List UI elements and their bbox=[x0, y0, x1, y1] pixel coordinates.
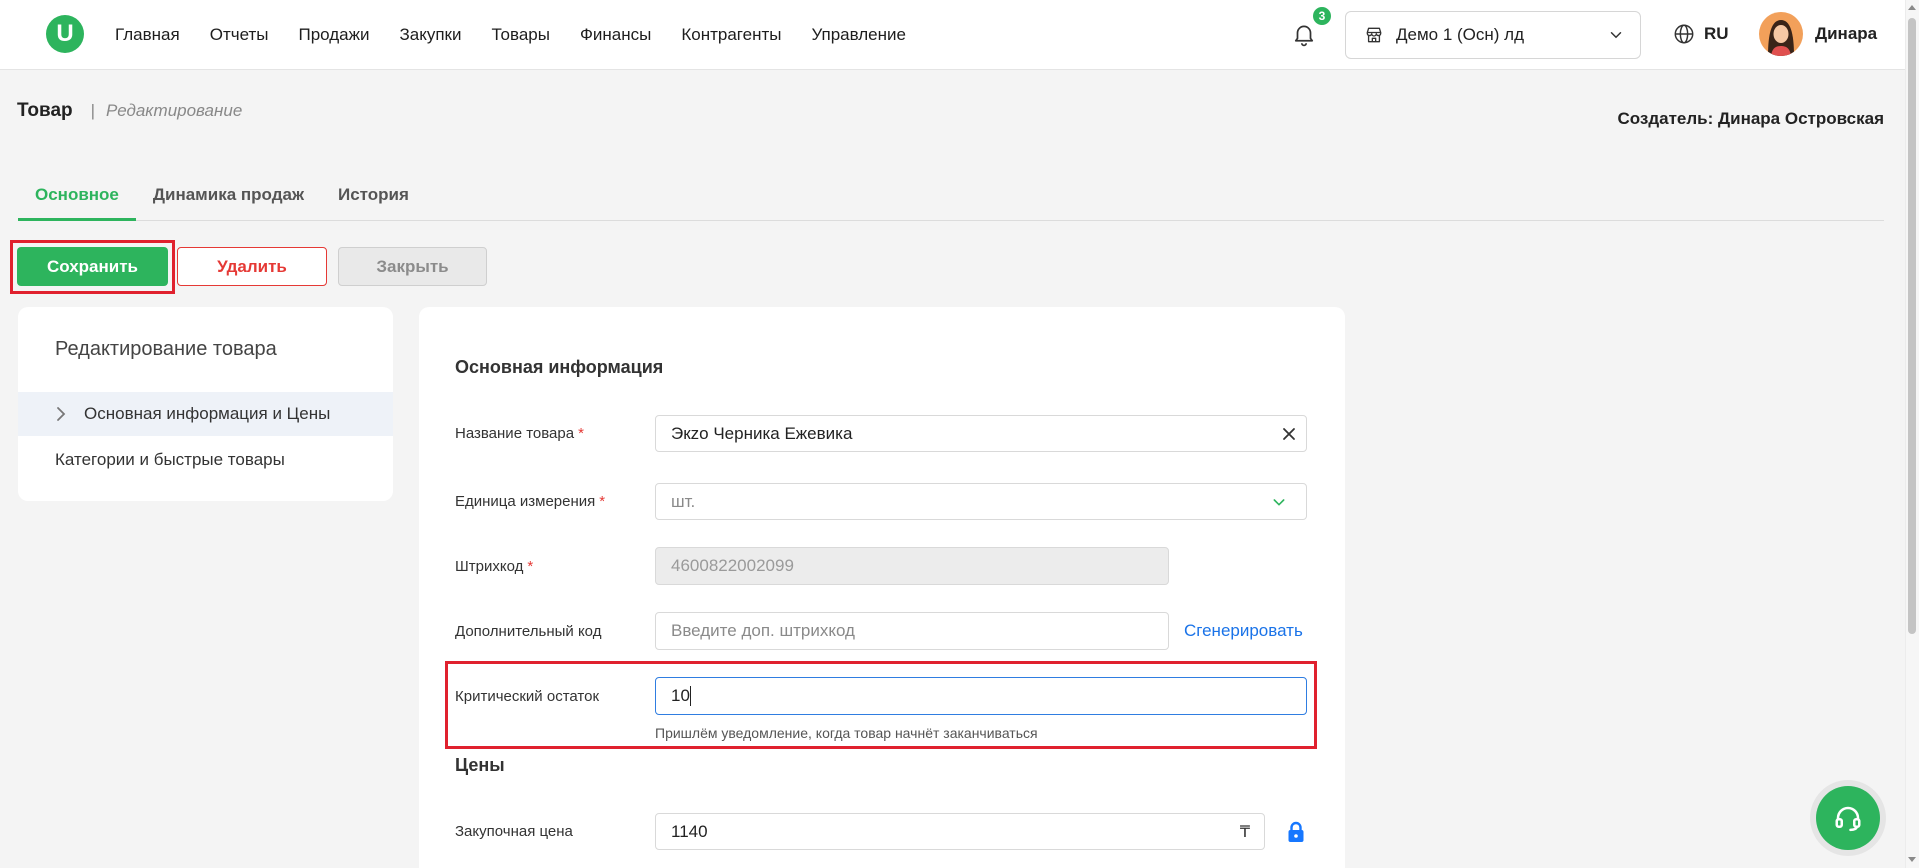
scroll-up-arrow[interactable] bbox=[1908, 5, 1916, 10]
extra-barcode-input[interactable] bbox=[655, 612, 1169, 650]
close-icon[interactable] bbox=[1282, 427, 1296, 441]
field-label: Единица измерения * bbox=[455, 483, 605, 520]
text-caret bbox=[690, 686, 691, 706]
required-mark: * bbox=[527, 557, 534, 575]
nav-item-contractors[interactable]: Контрагенты bbox=[681, 25, 781, 45]
notification-badge: 3 bbox=[1311, 5, 1333, 27]
critical-stock-field bbox=[655, 677, 1307, 715]
sidebar-item-categories[interactable]: Категории и быстрые товары bbox=[18, 438, 393, 482]
creator-label: Создатель: Динара Островская bbox=[1617, 109, 1884, 128]
unit-select[interactable]: шт. bbox=[655, 483, 1307, 520]
name-label: Название товара bbox=[455, 425, 575, 442]
tab-sales-dynamics[interactable]: Динамика продаж bbox=[136, 173, 321, 220]
page-title: Товар bbox=[17, 100, 73, 121]
user-name[interactable]: Динара bbox=[1815, 24, 1877, 44]
sidebar-item-label: Категории и быстрые товары bbox=[55, 450, 285, 469]
section-title-prices: Цены bbox=[455, 755, 505, 775]
critical-stock-input[interactable] bbox=[655, 677, 1307, 715]
sidebar-item-label: Основная информация и Цены bbox=[84, 404, 331, 423]
barcode-field bbox=[655, 547, 1169, 585]
extra-code-field bbox=[655, 612, 1169, 650]
chevron-down-icon bbox=[1271, 494, 1287, 510]
critical-stock-label: Критический остаток bbox=[455, 687, 600, 705]
app-logo[interactable]: U bbox=[46, 15, 84, 53]
currency-symbol: ₸ bbox=[1239, 823, 1250, 841]
form-row-name: Название товара * bbox=[419, 415, 1345, 452]
field-label: Критический остаток bbox=[455, 677, 599, 715]
section-title-main-info: Основная информация bbox=[455, 357, 664, 377]
tab-main[interactable]: Основное bbox=[18, 173, 136, 221]
store-selector[interactable]: Демо 1 (Осн) лд bbox=[1345, 11, 1641, 59]
barcode-input bbox=[655, 547, 1169, 585]
delete-button[interactable]: Удалить bbox=[177, 247, 327, 286]
top-header: U Главная Отчеты Продажи Закупки Товары … bbox=[0, 0, 1905, 70]
breadcrumb-separator: | bbox=[90, 101, 96, 120]
support-chat-button[interactable] bbox=[1816, 786, 1880, 850]
nav-item-sales[interactable]: Продажи bbox=[298, 25, 369, 45]
form-row-unit: Единица измерения * шт. bbox=[419, 483, 1345, 520]
nav-item-home[interactable]: Главная bbox=[115, 25, 180, 45]
extra-code-label: Дополнительный код bbox=[455, 622, 602, 640]
close-button[interactable]: Закрыть bbox=[338, 247, 487, 286]
critical-stock-hint: Пришлём уведомление, когда товар начнёт … bbox=[655, 725, 1038, 741]
unit-field: шт. bbox=[655, 483, 1307, 520]
nav-item-products[interactable]: Товары bbox=[491, 25, 549, 45]
store-name: Демо 1 (Осн) лд bbox=[1396, 25, 1525, 44]
bell-icon[interactable] bbox=[1291, 21, 1317, 47]
chevron-down-icon bbox=[1607, 26, 1625, 44]
form-row-barcode: Штрихкод * bbox=[419, 547, 1345, 585]
lock-icon[interactable] bbox=[1287, 821, 1305, 843]
globe-icon[interactable] bbox=[1673, 23, 1695, 45]
unit-value: шт. bbox=[671, 491, 696, 511]
required-mark: * bbox=[599, 493, 606, 510]
tab-bar: Основное Динамика продаж История bbox=[18, 173, 1884, 221]
logo-letter: U bbox=[56, 20, 74, 47]
purchase-price-label: Закупочная цена bbox=[455, 823, 573, 840]
tab-history[interactable]: История bbox=[321, 173, 426, 220]
purchase-price-input[interactable] bbox=[655, 813, 1265, 850]
barcode-label: Штрихкод bbox=[455, 557, 524, 575]
product-form: Основная информация Название товара* Еди… bbox=[419, 307, 1345, 868]
nav-item-finance[interactable]: Финансы bbox=[580, 25, 651, 45]
field-label: Закупочная цена bbox=[455, 813, 573, 850]
product-name-input[interactable] bbox=[655, 415, 1307, 452]
unit-label: Единица измерения bbox=[455, 493, 596, 510]
field-label: Дополнительный код bbox=[455, 612, 601, 650]
field-label: Название товара * bbox=[455, 415, 584, 452]
generate-barcode-link[interactable]: Сгенерировать bbox=[1184, 612, 1303, 650]
nav-item-purchases[interactable]: Закупки bbox=[399, 25, 461, 45]
headset-icon bbox=[1833, 803, 1863, 833]
page-mode: Редактирование bbox=[106, 101, 243, 120]
required-mark: * bbox=[578, 425, 584, 442]
field-label: Штрихкод * bbox=[455, 547, 533, 585]
edit-sections-panel: Редактирование товара Основная информаци… bbox=[18, 307, 393, 501]
breadcrumb: Товар | Редактирование bbox=[17, 99, 242, 123]
side-panel-title: Редактирование товара bbox=[55, 338, 277, 360]
chevron-right-icon bbox=[55, 406, 67, 422]
form-row-critical-stock: Критический остаток bbox=[419, 677, 1345, 715]
store-icon bbox=[1364, 25, 1384, 45]
save-button[interactable]: Сохранить bbox=[17, 247, 168, 286]
purchase-price-field: ₸ bbox=[655, 813, 1265, 850]
form-row-purchase-price: Закупочная цена ₸ bbox=[419, 813, 1345, 850]
form-row-extra-code: Дополнительный код Сгенерировать bbox=[419, 612, 1345, 650]
language-switcher[interactable]: RU bbox=[1704, 24, 1729, 44]
scrollbar-thumb[interactable] bbox=[1908, 18, 1916, 634]
name-field bbox=[655, 415, 1307, 452]
avatar[interactable] bbox=[1759, 12, 1803, 56]
main-nav: Главная Отчеты Продажи Закупки Товары Фи… bbox=[115, 0, 906, 70]
nav-item-reports[interactable]: Отчеты bbox=[210, 25, 269, 45]
scroll-down-arrow[interactable] bbox=[1908, 857, 1916, 862]
nav-item-management[interactable]: Управление bbox=[811, 25, 906, 45]
sidebar-item-main-info[interactable]: Основная информация и Цены bbox=[18, 392, 393, 436]
